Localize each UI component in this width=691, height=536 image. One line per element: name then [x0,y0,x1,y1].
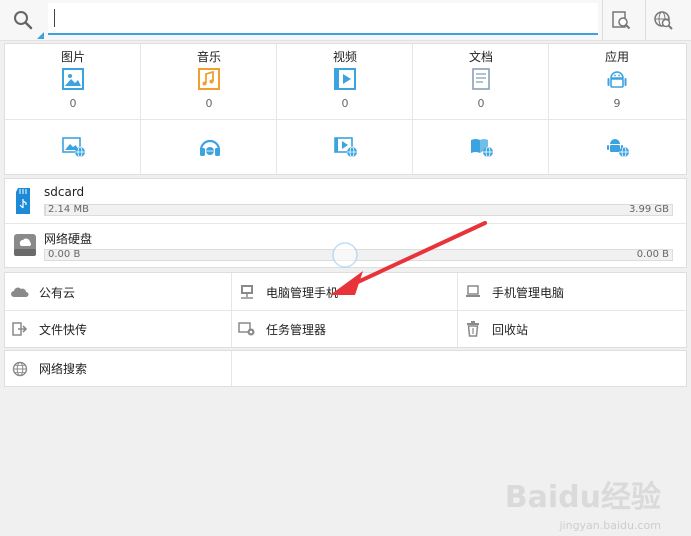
network-picture-icon [62,136,86,158]
network-category-documents[interactable] [413,120,549,175]
menu-label: 手机管理电脑 [492,285,565,300]
network-disk-icon [13,232,37,258]
file-transfer-item[interactable]: 文件快传 [5,311,231,347]
divider [645,0,646,40]
file-transfer-icon [11,320,29,338]
text-caret [54,9,55,27]
storage-used: 2.14 MB [48,204,89,215]
category-music[interactable]: 音乐 0 [141,44,277,110]
menu-label: 文件快传 [39,322,88,337]
search-input[interactable] [48,3,598,35]
file-search-icon[interactable] [611,10,631,30]
watermark-url: jingyan.baidu.com [559,519,661,532]
android-icon [606,68,628,90]
video-icon [334,68,356,90]
trash-icon [464,320,482,338]
sdcard-icon [15,187,33,215]
search-icon[interactable] [13,10,33,30]
storage-used: 0.00 B [48,249,81,260]
network-category-music[interactable] [141,120,277,175]
watermark-brand: Baidu经验 [504,480,661,515]
divider [231,351,232,386]
menu-label: 公有云 [39,285,76,300]
storage-name: sdcard [44,185,85,199]
menu-label: 任务管理器 [266,322,327,337]
storage-usage-fill [45,205,46,215]
web-search-icon[interactable] [653,10,673,30]
category-label: 图片 [60,50,85,64]
category-count: 0 [341,97,349,110]
network-search-item[interactable]: 网络搜索 [5,351,231,386]
category-label: 应用 [604,50,629,64]
public-cloud-item[interactable]: 公有云 [5,274,231,310]
recycle-bin-item[interactable]: 回收站 [458,311,686,347]
task-manager-item[interactable]: 任务管理器 [232,311,457,347]
network-app-icon [606,136,630,158]
storage-total: 3.99 GB [628,204,669,215]
category-apps[interactable]: 应用 9 [549,44,685,110]
category-label: 音乐 [196,50,221,64]
divider [602,0,603,40]
category-count: 0 [205,97,213,110]
category-video[interactable]: 视频 0 [277,44,413,110]
category-panel: 图片 0 音乐 0 视频 0 文档 0 应用 9 [4,43,687,175]
network-category-pictures[interactable] [5,120,141,175]
menu-label: 网络搜索 [39,362,88,376]
network-book-icon [470,136,494,158]
network-category-video[interactable] [277,120,413,175]
network-category-apps[interactable] [549,120,686,175]
category-documents[interactable]: 文档 0 [413,44,549,110]
globe-icon [11,360,29,378]
category-pictures[interactable]: 图片 0 [5,44,141,110]
music-icon [198,68,220,90]
picture-icon [62,68,84,90]
menu-label: 回收站 [492,322,529,337]
network-music-icon [198,136,222,158]
cloud-icon [11,283,29,301]
network-pc-icon [238,283,256,301]
search-corner-mark [37,32,44,39]
document-icon [470,68,492,90]
category-count: 0 [69,97,77,110]
storage-name: 网络硬盘 [44,232,93,246]
network-video-icon [334,136,358,158]
category-label: 视频 [332,50,357,64]
category-count: 9 [613,97,621,110]
top-search-bar [0,0,691,41]
annotation-arrow [325,215,495,300]
storage-total: 0.00 B [636,249,669,260]
category-count: 0 [477,97,485,110]
task-manager-icon [238,320,256,338]
category-label: 文档 [468,50,493,64]
network-search-panel: 网络搜索 [4,350,687,387]
